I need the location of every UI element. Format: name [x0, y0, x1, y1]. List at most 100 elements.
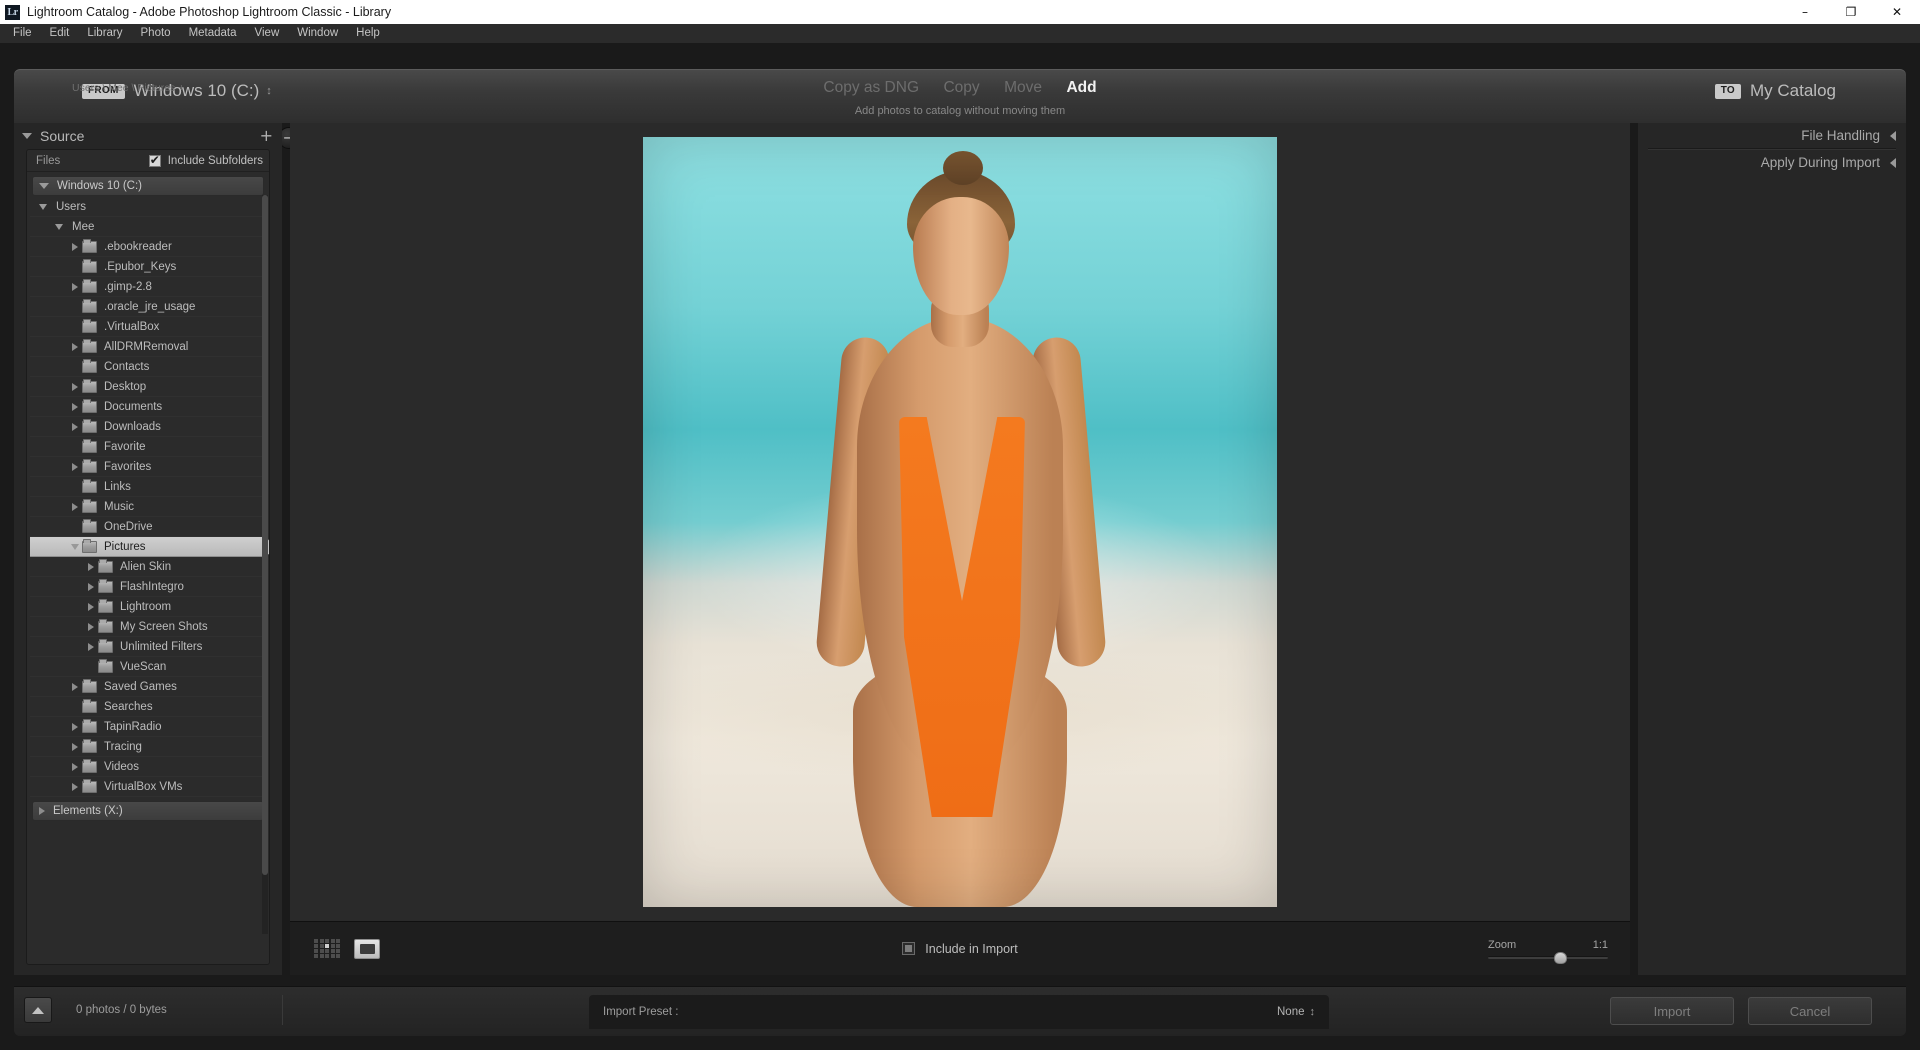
folder-tree-row[interactable]: Music	[30, 497, 266, 517]
import-button[interactable]: Import	[1610, 997, 1734, 1025]
folder-tree-row[interactable]: .ebookreader	[30, 237, 266, 257]
mode-copy-as-dng[interactable]: Copy as DNG	[823, 79, 919, 97]
folder-tree-row[interactable]: Lightroom	[30, 597, 266, 617]
folder-tree-row[interactable]: Downloads	[30, 417, 266, 437]
collapse-panel-button[interactable]	[24, 997, 52, 1023]
zoom-slider-knob[interactable]	[1554, 951, 1567, 964]
menu-item-view[interactable]: View	[246, 24, 289, 43]
drive-collapse-triangle-icon[interactable]	[39, 183, 49, 189]
folder-tree-row[interactable]: Desktop	[30, 377, 266, 397]
folder-tree-row[interactable]: Favorite	[30, 437, 266, 457]
mode-copy[interactable]: Copy	[943, 79, 979, 97]
menu-item-file[interactable]: File	[4, 24, 41, 43]
expand-triangle-icon[interactable]	[84, 582, 98, 591]
collapse-triangle-icon[interactable]	[36, 203, 50, 210]
collapse-triangle-icon[interactable]	[52, 223, 66, 230]
folder-tree-row[interactable]: Pictures	[30, 537, 269, 557]
cancel-button[interactable]: Cancel	[1748, 997, 1872, 1025]
folder-tree-row[interactable]: OneDrive	[30, 517, 266, 537]
drive-elements-x[interactable]: Elements (X:)	[32, 801, 264, 821]
destination-selector[interactable]: TO My Catalog	[1714, 81, 1836, 101]
expand-triangle-icon[interactable]	[68, 682, 82, 691]
folder-tree-row[interactable]: Favorites	[30, 457, 266, 477]
folder-tree-row[interactable]: VueScan	[30, 657, 266, 677]
expand-triangle-icon[interactable]	[68, 382, 82, 391]
folder-tree-row[interactable]: Saved Games	[30, 677, 266, 697]
expand-triangle-icon[interactable]	[68, 342, 82, 351]
preset-stepper-icon: ↕	[1309, 1005, 1316, 1018]
include-in-import-control: Include in Import	[290, 942, 1630, 956]
mode-move[interactable]: Move	[1004, 79, 1042, 97]
folder-tree-scroll[interactable]: Windows 10 (C:) Users Mee .ebookreader .Epu…	[27, 172, 269, 964]
menu-item-help[interactable]: Help	[347, 24, 389, 43]
expand-triangle-icon[interactable]	[68, 502, 82, 511]
import-preset-dropdown[interactable]: None ↕	[1277, 1006, 1315, 1018]
panel-apply-during-import[interactable]: Apply During Import	[1648, 149, 1896, 175]
folder-tree-row[interactable]: VirtualBox VMs	[30, 777, 266, 797]
folder-tree-row[interactable]: Mee	[30, 217, 266, 237]
add-source-plus-icon[interactable]: +	[260, 128, 273, 144]
menu-item-metadata[interactable]: Metadata	[180, 24, 246, 43]
folder-tree-row[interactable]: Alien Skin	[30, 557, 266, 577]
loupe-view-button[interactable]	[352, 937, 382, 961]
collapse-triangle-icon[interactable]	[68, 543, 82, 550]
folder-tree-row[interactable]: Searches	[30, 697, 266, 717]
zoom-slider-control[interactable]: Zoom 1:1	[1488, 939, 1608, 964]
folder-tree-row[interactable]: Users	[30, 197, 266, 217]
expand-triangle-icon[interactable]	[68, 282, 82, 291]
scrollbar-thumb[interactable]	[262, 195, 268, 875]
expand-triangle-icon[interactable]	[68, 242, 82, 251]
include-in-import-checkbox[interactable]	[902, 942, 916, 955]
source-panel-header[interactable]: Source +	[14, 123, 282, 149]
expand-triangle-icon[interactable]	[84, 562, 98, 571]
zoom-slider-track[interactable]	[1488, 951, 1608, 964]
folder-tree-row[interactable]: My Screen Shots	[30, 617, 266, 637]
folder-tree-row[interactable]: Links	[30, 477, 266, 497]
folder-tree-scrollbar[interactable]	[262, 195, 268, 934]
expand-triangle-icon[interactable]	[84, 622, 98, 631]
expand-triangle-icon[interactable]	[68, 402, 82, 411]
folder-label: Music	[104, 500, 135, 513]
grid-view-button[interactable]	[312, 937, 342, 961]
folder-tree-row[interactable]: .oracle_jre_usage	[30, 297, 266, 317]
include-subfolders-control[interactable]: Include Subfolders	[148, 153, 263, 167]
preview-area[interactable]	[290, 123, 1630, 921]
menu-item-photo[interactable]: Photo	[132, 24, 180, 43]
drive-windows-c[interactable]: Windows 10 (C:)	[32, 176, 264, 196]
folder-tree-row[interactable]: AllDRMRemoval	[30, 337, 266, 357]
maximize-button[interactable]: ❐	[1828, 0, 1874, 24]
minimize-button[interactable]: –	[1782, 0, 1828, 24]
folder-tree-row[interactable]: Tracing	[30, 737, 266, 757]
include-subfolders-checkbox[interactable]	[148, 153, 161, 167]
drive-expand-triangle-icon[interactable]	[39, 807, 45, 815]
folder-tree-row[interactable]: FlashIntegro	[30, 577, 266, 597]
menu-item-library[interactable]: Library	[78, 24, 131, 43]
source-breadcrumb[interactable]: Users \ Mee \ Pictures +	[72, 82, 184, 94]
folder-tree-row[interactable]: Unlimited Filters	[30, 637, 266, 657]
menu-item-window[interactable]: Window	[288, 24, 347, 43]
expand-triangle-icon[interactable]	[68, 762, 82, 771]
expand-triangle-icon[interactable]	[68, 742, 82, 751]
folder-tree-row[interactable]: Videos	[30, 757, 266, 777]
chevron-left-icon[interactable]	[1890, 130, 1896, 141]
folder-tree-row[interactable]: TapinRadio	[30, 717, 266, 737]
collapse-triangle-icon[interactable]	[22, 133, 32, 139]
folder-tree-row[interactable]: Documents	[30, 397, 266, 417]
menu-item-edit[interactable]: Edit	[41, 24, 79, 43]
folder-tree-row[interactable]: Contacts	[30, 357, 266, 377]
expand-triangle-icon[interactable]	[68, 722, 82, 731]
folder-tree-row[interactable]: .VirtualBox	[30, 317, 266, 337]
expand-triangle-icon[interactable]	[68, 422, 82, 431]
expand-triangle-icon[interactable]	[68, 462, 82, 471]
panel-file-handling[interactable]: File Handling	[1648, 123, 1896, 149]
photo-preview-image[interactable]	[643, 137, 1277, 907]
chevron-left-icon[interactable]	[1890, 157, 1896, 168]
folder-tree-row[interactable]: .gimp-2.8	[30, 277, 266, 297]
import-preset-strip[interactable]: Import Preset : None ↕	[589, 995, 1329, 1029]
close-button[interactable]: ✕	[1874, 0, 1920, 24]
expand-triangle-icon[interactable]	[84, 602, 98, 611]
expand-triangle-icon[interactable]	[68, 782, 82, 791]
folder-tree-row[interactable]: .Epubor_Keys	[30, 257, 266, 277]
expand-triangle-icon[interactable]	[84, 642, 98, 651]
mode-add[interactable]: Add	[1066, 79, 1096, 97]
